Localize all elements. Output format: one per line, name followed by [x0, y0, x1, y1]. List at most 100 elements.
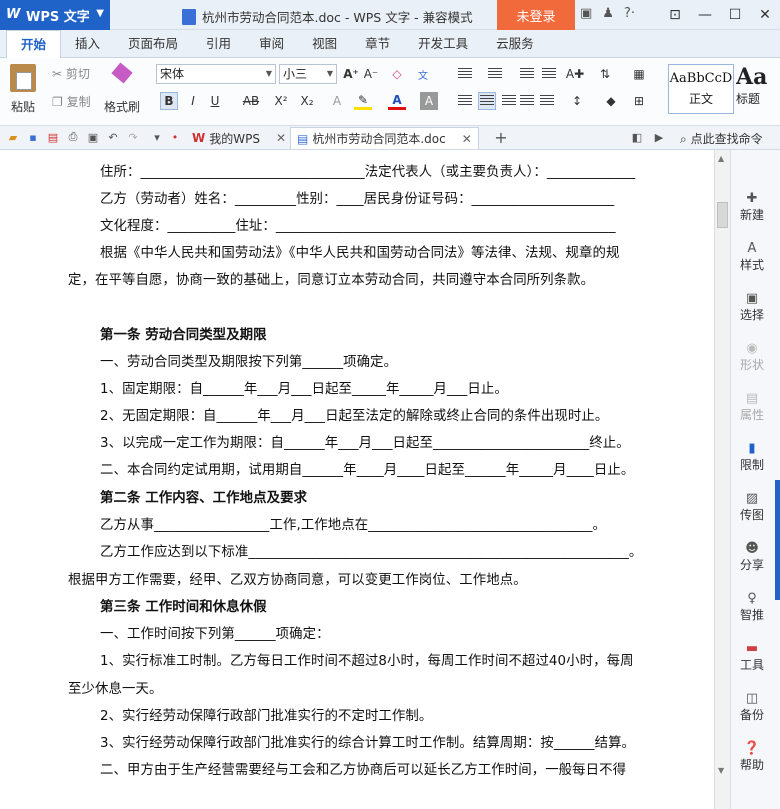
wps-menu-button[interactable]: W WPS 文字 ▼ [0, 0, 110, 30]
task-pane-edge[interactable] [775, 480, 780, 600]
increase-indent-icon[interactable] [540, 65, 558, 83]
shrink-font-icon[interactable]: A⁻ [362, 65, 380, 83]
bold-button[interactable]: B [160, 92, 178, 110]
font-size-value: 小三 [283, 67, 308, 81]
tab-review[interactable]: 审阅 [245, 30, 298, 57]
sort-icon[interactable]: ⇅ [596, 65, 614, 83]
italic-button[interactable]: I [184, 92, 202, 110]
align-right-icon[interactable] [500, 92, 518, 110]
tab-developer[interactable]: 开发工具 [404, 30, 482, 57]
format-painter-button[interactable]: 格式刷 [104, 64, 140, 115]
tab-references[interactable]: 引用 [192, 30, 245, 57]
bulb-icon: ♀ [747, 590, 757, 606]
open-folder-icon[interactable]: ▰ [6, 130, 20, 144]
tab-sections[interactable]: 章节 [351, 30, 404, 57]
scroll-up-icon[interactable]: ▲ [718, 154, 724, 163]
clear-format-icon[interactable]: ◇ [388, 65, 406, 83]
rp-new[interactable]: ✚ 新建 [731, 190, 773, 223]
rp-smart[interactable]: ♀ 智推 [731, 590, 773, 623]
underline-button[interactable]: U [206, 92, 224, 110]
rp-share[interactable]: ☻ 分享 [731, 540, 773, 573]
rp-style[interactable]: A 样式 [731, 240, 773, 273]
copy-button[interactable]: ❐ 复制 [52, 93, 91, 110]
maximize-button[interactable]: ☐ [720, 0, 750, 30]
doc-menu-icon[interactable]: ◧ [630, 130, 644, 144]
new-tab-icon[interactable]: + [494, 128, 508, 147]
restore-layout-icon[interactable]: ⊡ [660, 0, 690, 30]
command-search[interactable]: ⌕ 点此查找命令 [680, 130, 763, 147]
document-page[interactable]: 住所：_________________________________法定代表… [0, 150, 714, 809]
shirt-icon[interactable]: ♟ [602, 6, 614, 21]
rp-send-image[interactable]: ▨ 传图 [731, 490, 773, 523]
doc-line: 乙方（劳动者）姓名：_________性别：____居民身份证号码：______… [100, 192, 615, 207]
customize-icon[interactable]: ▾ [150, 130, 164, 144]
font-size-select[interactable]: 小三 ▼ [279, 64, 337, 84]
decrease-indent-icon[interactable] [518, 65, 536, 83]
tab-document[interactable]: ▤ 杭州市劳动合同范本.doc ✕ [290, 127, 479, 149]
tab-cloud[interactable]: 云服务 [482, 30, 548, 57]
line-spacing-icon[interactable]: ↕ [568, 92, 586, 110]
close-icon[interactable]: ✕ [276, 131, 286, 145]
rp-tools[interactable]: ▬ 工具 [731, 640, 773, 673]
scroll-down-icon[interactable]: ▼ [718, 766, 724, 775]
preview-icon[interactable]: ▣ [86, 130, 100, 144]
char-shading-icon[interactable]: A [420, 92, 438, 110]
login-button[interactable]: 未登录 [497, 0, 575, 30]
print-icon[interactable]: ⎙ [66, 130, 80, 144]
rp-property[interactable]: ▤ 属性 [731, 390, 773, 423]
rp-restrict[interactable]: ▮ 限制 [731, 440, 773, 473]
rp-shape[interactable]: ◉ 形状 [731, 340, 773, 373]
bullet-list-icon[interactable] [456, 65, 474, 83]
strikethrough-button[interactable]: AB [238, 92, 264, 110]
tab-insert[interactable]: 插入 [61, 30, 114, 57]
rp-help[interactable]: ❓ 帮助 [731, 740, 773, 773]
rp-select[interactable]: ▣ 选择 [731, 290, 773, 323]
copy-icon: ❐ [52, 95, 63, 109]
doc-line: 一、工作时间按下列第______项确定： [100, 627, 330, 642]
tab-home[interactable]: 开始 [6, 30, 62, 59]
vertical-scrollbar[interactable]: ▲ ▼ [714, 150, 730, 809]
table-icon[interactable]: ▦ [630, 65, 648, 83]
pinyin-icon[interactable]: 文 [414, 65, 432, 83]
tab-mywps[interactable]: W 我的WPS ✕ [186, 127, 292, 149]
task-pane: ✚ 新建 A 样式 ▣ 选择 ◉ 形状 ▤ 属性 ▮ 限制 ▨ 传图 ☻ 分享 ♀ 智推 ▬ 工具 … [730, 150, 780, 809]
help-icon[interactable]: ?· [624, 6, 635, 21]
wps-logo-icon: W [6, 7, 21, 22]
font-family-select[interactable]: 宋体 ▼ [156, 64, 276, 84]
align-center-icon[interactable] [478, 92, 496, 110]
close-button[interactable]: ✕ [750, 0, 780, 30]
close-icon[interactable]: ✕ [462, 132, 472, 146]
grow-font-icon[interactable]: A⁺ [342, 65, 360, 83]
skin-icon[interactable]: ▣ [580, 6, 592, 21]
distributed-icon[interactable] [538, 92, 556, 110]
rp-backup[interactable]: ◫ 备份 [731, 690, 773, 723]
chinese-layout-icon[interactable]: A✚ [566, 65, 584, 83]
superscript-button[interactable]: X² [272, 92, 290, 110]
redo-icon[interactable]: ↷ [126, 130, 140, 144]
paste-label: 粘贴 [10, 100, 35, 114]
cut-button[interactable]: ✂ 剪切 [52, 65, 90, 82]
save-icon[interactable]: ▪ [26, 130, 40, 144]
numbered-list-icon[interactable] [486, 65, 504, 83]
paste-button[interactable]: 粘贴 [10, 64, 36, 115]
tab-page-layout[interactable]: 页面布局 [114, 30, 192, 57]
doc-line: 文化程度：__________住址：______________________… [100, 219, 616, 234]
border-icon[interactable]: ⊞ [630, 92, 648, 110]
doc-line: 一、劳动合同类型及期限按下列第______项确定。 [100, 355, 398, 370]
style-normal[interactable]: AaBbCcD 正文 [668, 64, 734, 114]
scrollbar-thumb[interactable] [717, 202, 728, 228]
text-effect-icon[interactable]: A [328, 92, 346, 110]
font-color-icon[interactable]: A [388, 92, 406, 110]
highlight-icon[interactable]: ✎ [354, 92, 372, 110]
undo-icon[interactable]: ↶ [106, 130, 120, 144]
subscript-button[interactable]: X₂ [298, 92, 316, 110]
shading-icon[interactable]: ◆ [602, 92, 620, 110]
pdf-icon[interactable]: ▤ [46, 130, 60, 144]
nav-icon[interactable]: ▶ [652, 130, 666, 144]
style-heading[interactable]: Aa 标题 [736, 64, 780, 114]
tab-view[interactable]: 视图 [298, 30, 351, 57]
doc-line: 2、实行经劳动保障行政部门批准实行的不定时工作制。 [100, 709, 433, 724]
minimize-button[interactable]: — [690, 0, 720, 30]
justify-icon[interactable] [518, 92, 536, 110]
align-left-icon[interactable] [456, 92, 474, 110]
